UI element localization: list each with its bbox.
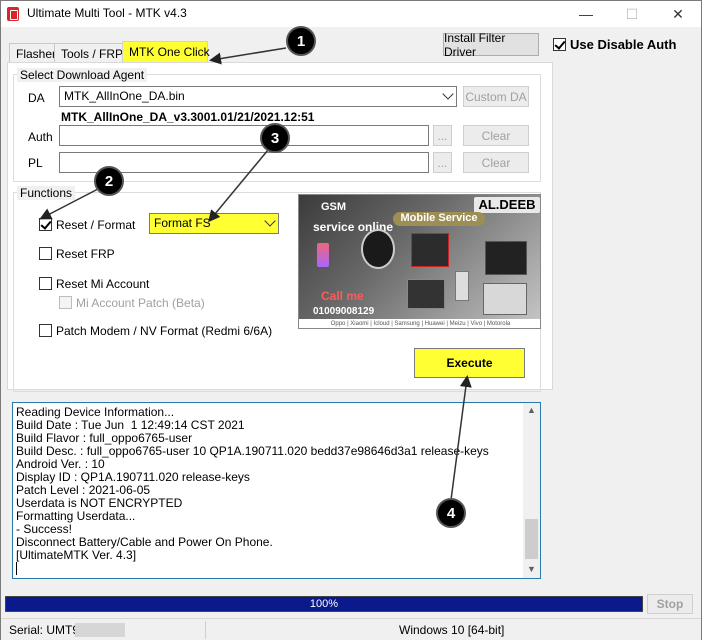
arrow-3: [208, 149, 269, 223]
arrow-2: [39, 188, 99, 220]
annotation-arrows: [39, 47, 472, 501]
callout-1: 1: [286, 26, 316, 56]
callout-2: 2: [94, 166, 124, 196]
arrow-1: [209, 47, 287, 65]
callout-4: 4: [436, 498, 466, 528]
callout-3: 3: [260, 123, 290, 153]
arrow-4: [450, 375, 472, 501]
